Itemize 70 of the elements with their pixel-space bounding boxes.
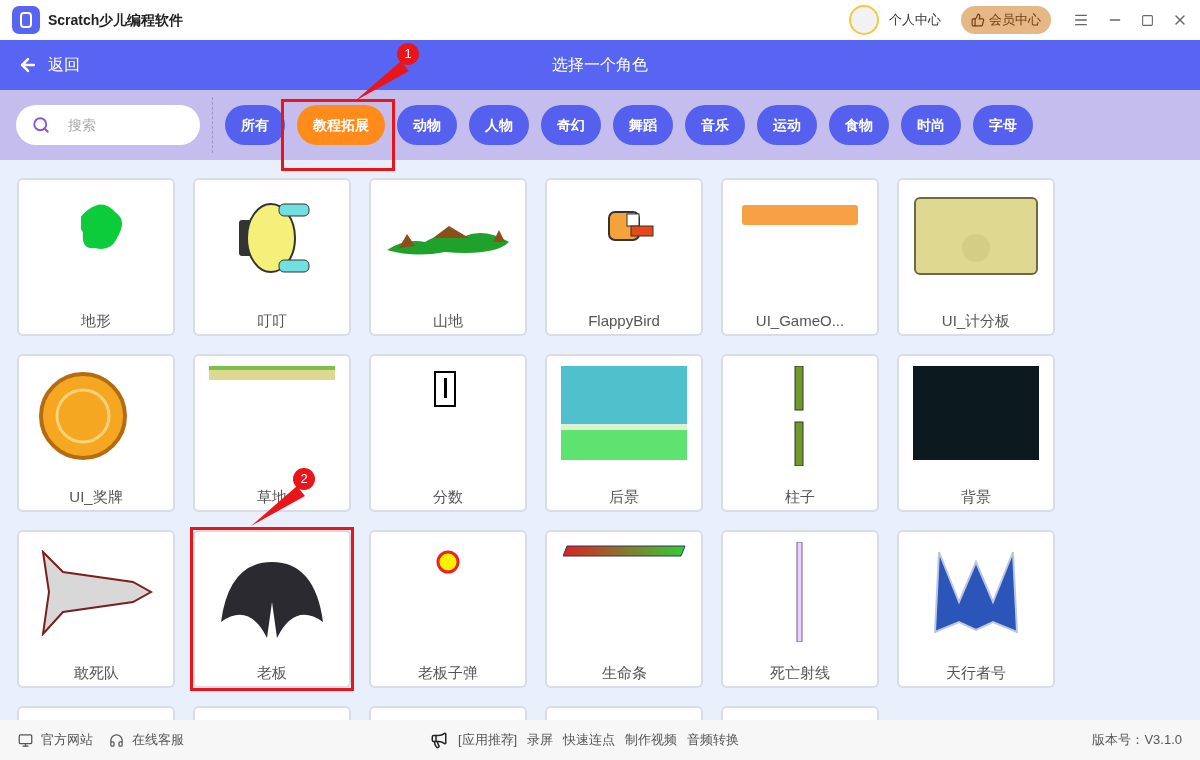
sprite-card[interactable]: UI_计分板 [897,178,1055,336]
thumbs-up-icon [971,13,985,27]
sprite-name: UI_GameO... [755,311,845,331]
category-tab[interactable]: 运动 [757,105,817,145]
sprite-name: 柱子 [785,487,815,507]
sprite-name: 死亡射线 [770,663,830,683]
category-tab[interactable]: 时尚 [901,105,961,145]
sprite-drawing [608,211,654,241]
category-tab[interactable]: 食物 [829,105,889,145]
sprite-drawing [238,203,310,273]
sprite-drawing [436,550,460,574]
sprite-card[interactable]: 老板子弹 [369,530,527,688]
category-tab[interactable]: 人物 [469,105,529,145]
sprite-name: FlappyBird [588,311,660,331]
sprite-drawing [434,371,456,407]
sprite-card[interactable]: 生命条 [545,530,703,688]
sprite-name: 生命条 [601,663,647,683]
monitor-icon [18,732,33,748]
sprite-card[interactable]: UI_奖牌 [17,354,175,512]
promo-link[interactable]: 制作视频 [625,730,678,750]
sprite-name: 天行者号 [946,663,1006,683]
sprite-name: 老板 [257,663,287,683]
sprite-card[interactable]: 后景 [545,354,703,512]
sprite-name: 后景 [609,487,639,507]
sprite-name: 地形 [81,311,111,331]
version-text: 版本号：V3.1.0 [1092,731,1182,750]
avatar-icon [849,5,879,35]
search-icon [32,116,50,134]
sprite-name: 敢死队 [73,663,119,683]
maximize-icon[interactable] [1141,13,1154,27]
sprite-card[interactable]: 山地 [369,178,527,336]
sprite-card[interactable]: 天行者号 [897,530,1055,688]
sprite-card[interactable]: UI_GameO... [721,178,879,336]
vip-button[interactable]: 会员中心 [961,6,1051,34]
sprite-card[interactable]: 叮叮 [193,178,351,336]
back-button[interactable]: 返回 [18,53,80,77]
category-tab[interactable]: 舞蹈 [613,105,673,145]
sprite-card[interactable]: 背景 [897,354,1055,512]
sprite-name: 叮叮 [257,311,287,331]
search-field[interactable]: 搜索 [16,105,200,145]
sprite-card[interactable]: 老板 [193,530,351,688]
menu-icon[interactable] [1073,12,1089,28]
category-tab[interactable]: 奇幻 [541,105,601,145]
promo-link[interactable]: 快速连点 [563,730,616,750]
sprite-card[interactable]: 分数 [369,354,527,512]
user-center-link[interactable]: 个人中心 [889,10,941,30]
page-title: 选择一个角色 [552,55,648,75]
category-tab[interactable]: 动物 [397,105,457,145]
sprite-name: 背景 [961,487,991,507]
promo-link[interactable]: 音频转换 [687,730,740,750]
sprite-card[interactable]: 柱子 [721,354,879,512]
sprite-name: UI_计分板 [941,311,1011,331]
headset-icon [109,732,124,748]
sprite-card[interactable]: FlappyBird [545,178,703,336]
sprite-card[interactable]: 敢死队 [17,530,175,688]
megaphone-icon [430,731,448,749]
sprite-name: 山地 [433,311,463,331]
app-logo-icon [12,6,40,34]
app-title: Scratch少儿编程软件 [48,10,184,30]
category-tab[interactable]: 音乐 [685,105,745,145]
sprite-name: 老板子弹 [418,663,478,683]
sprite-card[interactable]: 地形 [17,178,175,336]
promo-link[interactable]: 录屏 [527,730,554,750]
footer-link[interactable]: 官方网站 [41,730,93,750]
footer-link[interactable]: 在线客服 [132,730,184,750]
sprite-card[interactable]: 死亡射线 [721,530,879,688]
category-tab[interactable]: 字母 [973,105,1033,145]
sprite-name: UI_奖牌 [69,487,123,507]
sprite-name: 分数 [433,487,463,507]
promo-label: [应用推荐] [458,731,518,750]
